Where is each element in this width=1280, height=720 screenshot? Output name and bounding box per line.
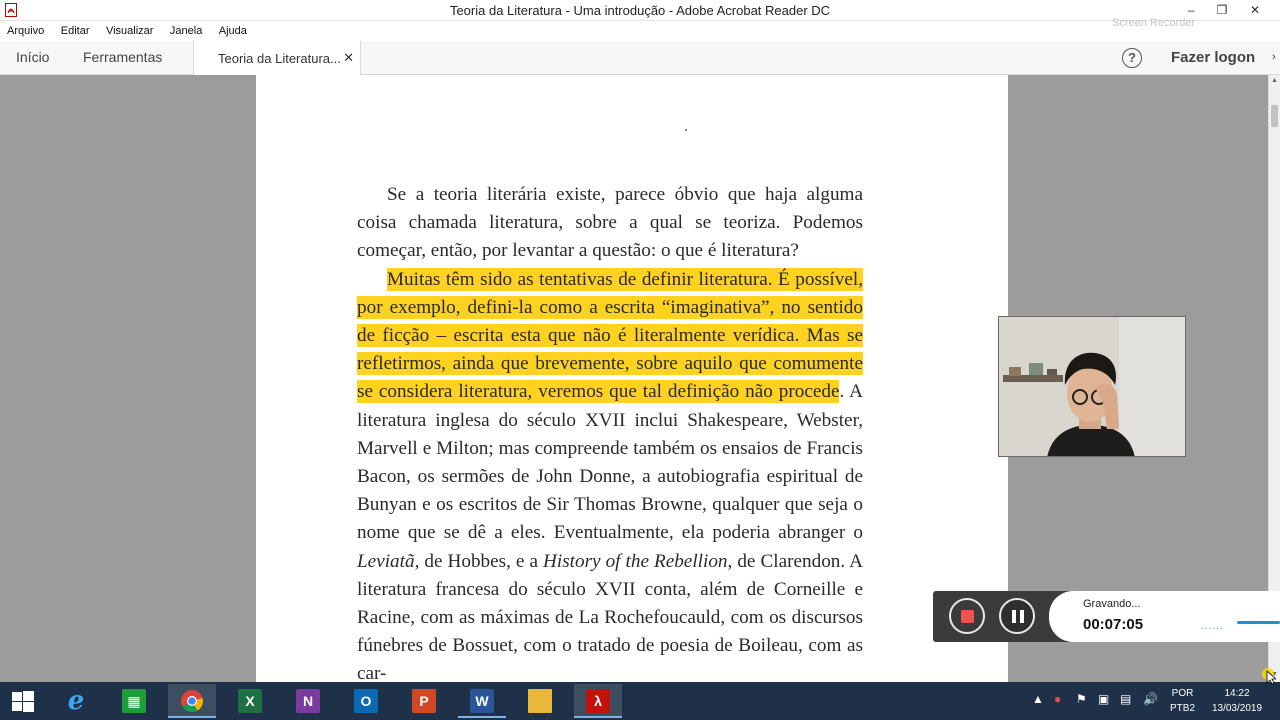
taskbar-store[interactable]: ▦ xyxy=(110,684,158,718)
paragraph-2-text-b: , de Hobbes, e a xyxy=(414,550,543,572)
powerpoint-icon: P xyxy=(412,689,436,713)
menu-bar: Arquivo Editar Visualizar Janela Ajuda xyxy=(0,21,1280,41)
tray-network-icon[interactable]: ▤ xyxy=(1120,692,1131,706)
close-tab-icon[interactable]: ✕ xyxy=(343,50,354,66)
scroll-up-icon[interactable]: ▲ xyxy=(1271,77,1278,84)
acrobat-icon: λ xyxy=(586,689,610,713)
webcam-overlay xyxy=(998,316,1186,457)
tray-volume-icon[interactable]: 🔊 xyxy=(1143,692,1158,706)
excel-icon: X xyxy=(238,689,262,713)
restore-button[interactable]: ❐ xyxy=(1207,0,1237,21)
close-window-button[interactable]: ✕ xyxy=(1240,0,1270,21)
tray-display-icon[interactable]: ▣ xyxy=(1098,692,1109,706)
paragraph-2: Muitas têm sido as tentativas de definir… xyxy=(357,266,863,682)
onenote-icon: N xyxy=(296,689,320,713)
stop-icon xyxy=(961,610,974,623)
page-mark xyxy=(685,129,687,131)
menu-visualizar[interactable]: Visualizar xyxy=(106,22,154,37)
recorder-status-panel: Gravando... 00:07:05 ...... xyxy=(1049,591,1280,642)
audio-level-bar xyxy=(1237,621,1280,624)
taskbar-acrobat[interactable]: λ xyxy=(574,684,622,718)
menu-editar[interactable]: Editar xyxy=(61,22,90,37)
internet-explorer-icon: e xyxy=(67,686,85,716)
language-code: POR xyxy=(1171,688,1194,699)
recorder-watermark: Screen Recorder xyxy=(1112,17,1196,29)
outlook-icon: O xyxy=(354,689,378,713)
tray-overflow-icon[interactable]: ▲ xyxy=(1032,692,1044,706)
page-text: Se a teoria literária existe, parece óbv… xyxy=(357,181,863,682)
pause-recording-button[interactable] xyxy=(999,598,1035,634)
tab-toolbar: Início Ferramentas Teoria da Literatura.… xyxy=(0,41,1280,75)
taskbar-word[interactable]: W xyxy=(458,684,506,718)
menu-arquivo[interactable]: Arquivo xyxy=(7,22,44,37)
taskbar-powerpoint[interactable]: P xyxy=(400,684,448,718)
keyboard-layout: PTB2 xyxy=(1170,703,1196,714)
recording-time: 00:07:05 xyxy=(1083,616,1144,633)
audio-level-dots: ...... xyxy=(1201,621,1224,632)
taskbar-outlook[interactable]: O xyxy=(342,684,390,718)
scroll-thumb[interactable] xyxy=(1271,105,1278,127)
clock-date: 13/03/2019 xyxy=(1211,703,1263,714)
paragraph-2-text-a: . A literatura inglesa do século XVII in… xyxy=(357,381,863,544)
menu-ajuda[interactable]: Ajuda xyxy=(219,22,247,37)
help-icon[interactable]: ? xyxy=(1122,48,1142,68)
windows-taskbar: e ▦ X N O P W λ ▲ ● ⚑ ▣ ▤ 🔊 POR PTB2 14:… xyxy=(0,682,1280,720)
word-icon: W xyxy=(470,689,494,713)
stop-recording-button[interactable] xyxy=(949,598,985,634)
taskbar-excel[interactable]: X xyxy=(226,684,274,718)
pause-icon xyxy=(1012,610,1016,623)
pdf-page: Se a teoria literária existe, parece óbv… xyxy=(256,75,1008,682)
login-button[interactable]: Fazer logon xyxy=(1171,49,1255,66)
highlighted-text: Muitas têm sido as tentativas de definir… xyxy=(357,267,863,404)
start-icon xyxy=(12,691,34,712)
menu-janela[interactable]: Janela xyxy=(170,22,202,37)
taskbar-chrome[interactable] xyxy=(168,684,216,718)
pause-icon-bar xyxy=(1020,610,1024,623)
title-bar: Teoria da Literatura - Uma introdução - … xyxy=(0,0,1280,21)
tab-home[interactable]: Início xyxy=(16,41,49,75)
taskbar-internet-explorer[interactable]: e xyxy=(52,684,100,718)
input-language[interactable]: POR PTB2 xyxy=(1170,686,1195,716)
window-title: Teoria da Literatura - Uma introdução - … xyxy=(449,3,831,18)
file-explorer-icon xyxy=(528,689,552,713)
title-history-rebellion: History of the Rebellion xyxy=(543,550,728,572)
title-leviata: Leviatã xyxy=(357,550,415,572)
tab-document-label: Teoria da Literatura... xyxy=(218,51,341,66)
tray-recorder-icon[interactable]: ● xyxy=(1054,692,1061,706)
recording-status: Gravando... xyxy=(1083,598,1141,610)
screen-recorder-widget: Gravando... 00:07:05 ...... xyxy=(933,591,1280,642)
store-icon: ▦ xyxy=(122,689,146,713)
tab-tools[interactable]: Ferramentas xyxy=(83,41,162,75)
start-button[interactable] xyxy=(0,684,48,718)
chrome-icon xyxy=(181,690,203,712)
mouse-cursor-icon xyxy=(1262,668,1276,685)
paragraph-1: Se a teoria literária existe, parece óbv… xyxy=(357,184,863,262)
clock-time: 14:22 xyxy=(1224,688,1250,699)
system-clock[interactable]: 14:22 13/03/2019 xyxy=(1208,686,1266,716)
more-chevron-icon[interactable]: › xyxy=(1272,51,1276,63)
taskbar-onenote[interactable]: N xyxy=(284,684,332,718)
webcam-image xyxy=(999,317,1185,456)
tray-flag-icon[interactable]: ⚑ xyxy=(1076,692,1087,706)
taskbar-file-explorer[interactable] xyxy=(516,684,564,718)
tab-document[interactable]: Teoria da Literatura... ✕ xyxy=(193,41,361,75)
